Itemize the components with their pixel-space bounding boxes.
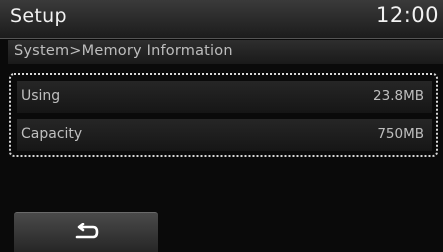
memory-row-value: 23.8MB xyxy=(373,88,424,104)
setup-screen: Setup 12:00 System>Memory Information Us… xyxy=(0,0,443,252)
back-arrow-icon xyxy=(75,223,99,239)
memory-row-label: Capacity xyxy=(21,126,83,142)
memory-row-label: Using xyxy=(21,88,61,104)
breadcrumb-text: System>Memory Information xyxy=(14,43,233,59)
memory-info-panel: Using 23.8MB Capacity 750MB xyxy=(9,73,438,157)
header-bar: Setup 12:00 xyxy=(0,0,443,39)
clock: 12:00 xyxy=(375,3,439,27)
breadcrumb: System>Memory Information xyxy=(8,40,443,64)
memory-row-using: Using 23.8MB xyxy=(17,81,432,113)
page-title: Setup xyxy=(10,5,67,27)
memory-row-value: 750MB xyxy=(377,126,424,142)
back-button[interactable] xyxy=(14,212,158,252)
memory-row-capacity: Capacity 750MB xyxy=(17,119,432,151)
